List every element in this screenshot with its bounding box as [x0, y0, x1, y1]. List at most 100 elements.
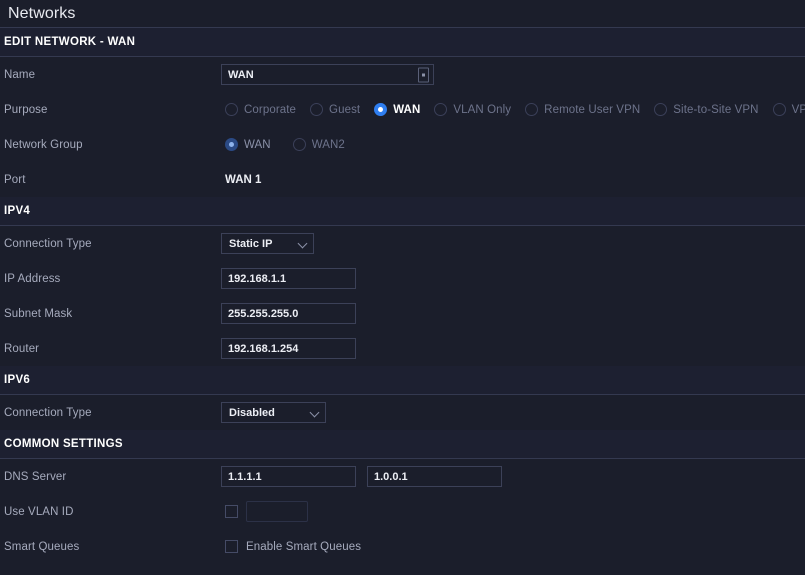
- label-ipv6-connection-type: Connection Type: [4, 406, 92, 419]
- section-header-edit-network: EDIT NETWORK - WAN: [0, 28, 805, 56]
- chevron-down-icon: [299, 239, 308, 248]
- enable-smart-queues-label: Enable Smart Queues: [246, 540, 362, 553]
- field-name: WAN: [221, 64, 805, 85]
- dns-server-secondary-input[interactable]: 1.0.0.1: [367, 466, 502, 487]
- section-header-common-settings: COMMON SETTINGS: [0, 430, 805, 458]
- subnet-mask-input[interactable]: 255.255.255.0: [221, 303, 356, 324]
- vlan-id-input[interactable]: [246, 501, 308, 522]
- name-input-value: WAN: [228, 68, 254, 81]
- label-purpose: Purpose: [4, 103, 48, 116]
- radio-circle-icon: [225, 103, 238, 116]
- label-port: Port: [4, 173, 26, 186]
- smart-queues-control[interactable]: Enable Smart Queues: [221, 540, 361, 553]
- section-title-edit-network: EDIT NETWORK - WAN: [4, 36, 136, 48]
- radio-circle-icon: [310, 103, 324, 116]
- label-smart-queues: Smart Queues: [4, 540, 80, 553]
- radio-circle-icon: [525, 103, 539, 116]
- subnet-mask-value: 255.255.255.0: [228, 307, 299, 320]
- section-header-ipv4: IPV4: [0, 197, 805, 225]
- radio-purpose-vpn-client[interactable]: VPN Client: [772, 103, 805, 116]
- label-subnet-mask: Subnet Mask: [4, 307, 73, 320]
- field-network-group: WAN WAN2: [221, 138, 805, 151]
- radio-label: WAN2: [311, 138, 345, 151]
- field-ipv4-connection-type: Static IP: [221, 233, 805, 254]
- router-input[interactable]: 192.168.1.254: [221, 338, 356, 359]
- dns-server-primary-input[interactable]: 1.1.1.1: [221, 466, 356, 487]
- radio-label: Site-to-Site VPN: [673, 103, 759, 116]
- ip-address-input[interactable]: 192.168.1.1: [221, 268, 356, 289]
- radio-label: WAN: [393, 103, 421, 116]
- radio-label: VPN Client: [791, 103, 805, 116]
- field-dns-server: 1.1.1.1 1.0.0.1: [221, 466, 805, 487]
- row-ipv6-connection-type: Connection Type Disabled: [0, 395, 805, 430]
- dns-server-secondary-value: 1.0.0.1: [374, 470, 408, 483]
- field-smart-queues: Enable Smart Queues: [221, 540, 805, 553]
- ipv6-connection-type-value: Disabled: [229, 406, 275, 419]
- label-ipv4-connection-type: Connection Type: [4, 237, 92, 250]
- use-vlan-id-control: [221, 501, 308, 522]
- text-field-icon: [418, 67, 429, 82]
- field-subnet-mask: 255.255.255.0: [221, 303, 805, 324]
- field-use-vlan-id: [221, 501, 805, 522]
- radio-network-group-wan[interactable]: WAN: [225, 138, 271, 151]
- label-dns-server: DNS Server: [4, 470, 67, 483]
- row-name: Name WAN: [0, 57, 805, 92]
- label-name: Name: [4, 68, 36, 81]
- row-router: Router 192.168.1.254: [0, 331, 805, 366]
- field-ipv6-connection-type: Disabled: [221, 402, 805, 423]
- radio-circle-selected-icon: [225, 138, 238, 151]
- field-port: WAN 1: [221, 174, 805, 186]
- radio-circle-selected-icon: [374, 103, 388, 116]
- use-vlan-id-checkbox[interactable]: [225, 505, 238, 518]
- row-ipv4-connection-type: Connection Type Static IP: [0, 226, 805, 261]
- row-purpose: Purpose Corporate Guest WAN VLAN Only Re…: [0, 92, 805, 127]
- ip-address-value: 192.168.1.1: [228, 272, 287, 285]
- ipv4-connection-type-value: Static IP: [229, 237, 273, 250]
- row-subnet-mask: Subnet Mask 255.255.255.0: [0, 296, 805, 331]
- enable-smart-queues-checkbox[interactable]: [225, 540, 238, 553]
- ipv6-connection-type-select[interactable]: Disabled: [221, 402, 326, 423]
- field-router: 192.168.1.254: [221, 338, 805, 359]
- dns-server-primary-value: 1.1.1.1: [228, 470, 262, 483]
- section-title-ipv4: IPV4: [4, 205, 31, 217]
- radio-purpose-vlan-only[interactable]: VLAN Only: [434, 103, 511, 116]
- radio-purpose-site-to-site-vpn[interactable]: Site-to-Site VPN: [654, 103, 758, 116]
- ipv4-connection-type-select[interactable]: Static IP: [221, 233, 314, 254]
- label-network-group: Network Group: [4, 138, 83, 151]
- radio-label: WAN: [244, 138, 271, 151]
- section-title-common-settings: COMMON SETTINGS: [4, 438, 123, 450]
- networks-settings-page: Networks EDIT NETWORK - WAN Name WAN Pur…: [0, 0, 805, 575]
- radio-circle-icon: [292, 138, 306, 151]
- label-use-vlan-id: Use VLAN ID: [4, 505, 74, 518]
- section-title-ipv6: IPV6: [4, 374, 31, 386]
- row-network-group: Network Group WAN WAN2: [0, 127, 805, 162]
- radio-label: Corporate: [244, 103, 297, 116]
- chevron-down-icon: [311, 408, 320, 417]
- radio-purpose-corporate[interactable]: Corporate: [225, 103, 296, 116]
- row-dns-server: DNS Server 1.1.1.1 1.0.0.1: [0, 459, 805, 494]
- radio-circle-icon: [434, 103, 448, 116]
- router-value: 192.168.1.254: [228, 342, 299, 355]
- label-router: Router: [4, 342, 40, 355]
- page-title: Networks: [8, 4, 76, 22]
- label-ip-address: IP Address: [4, 272, 61, 285]
- name-input[interactable]: WAN: [221, 64, 434, 85]
- row-use-vlan-id: Use VLAN ID: [0, 494, 805, 529]
- radio-purpose-remote-user-vpn[interactable]: Remote User VPN: [525, 103, 640, 116]
- section-header-ipv6: IPV6: [0, 366, 805, 394]
- field-ip-address: 192.168.1.1: [221, 268, 805, 289]
- port-value: WAN 1: [225, 173, 262, 186]
- radio-purpose-guest[interactable]: Guest: [310, 103, 360, 116]
- radio-label: VLAN Only: [453, 103, 512, 116]
- radio-label: Guest: [329, 103, 361, 116]
- row-port: Port WAN 1: [0, 162, 805, 197]
- row-ip-address: IP Address 192.168.1.1: [0, 261, 805, 296]
- network-group-radio-group: WAN WAN2: [221, 138, 345, 151]
- purpose-radio-group: Corporate Guest WAN VLAN Only Remote Use…: [221, 103, 805, 116]
- row-smart-queues: Smart Queues Enable Smart Queues: [0, 529, 805, 564]
- field-purpose: Corporate Guest WAN VLAN Only Remote Use…: [221, 103, 805, 116]
- radio-label: Remote User VPN: [544, 103, 641, 116]
- radio-circle-icon: [654, 103, 668, 116]
- radio-purpose-wan[interactable]: WAN: [374, 103, 420, 116]
- radio-network-group-wan2[interactable]: WAN2: [292, 138, 345, 151]
